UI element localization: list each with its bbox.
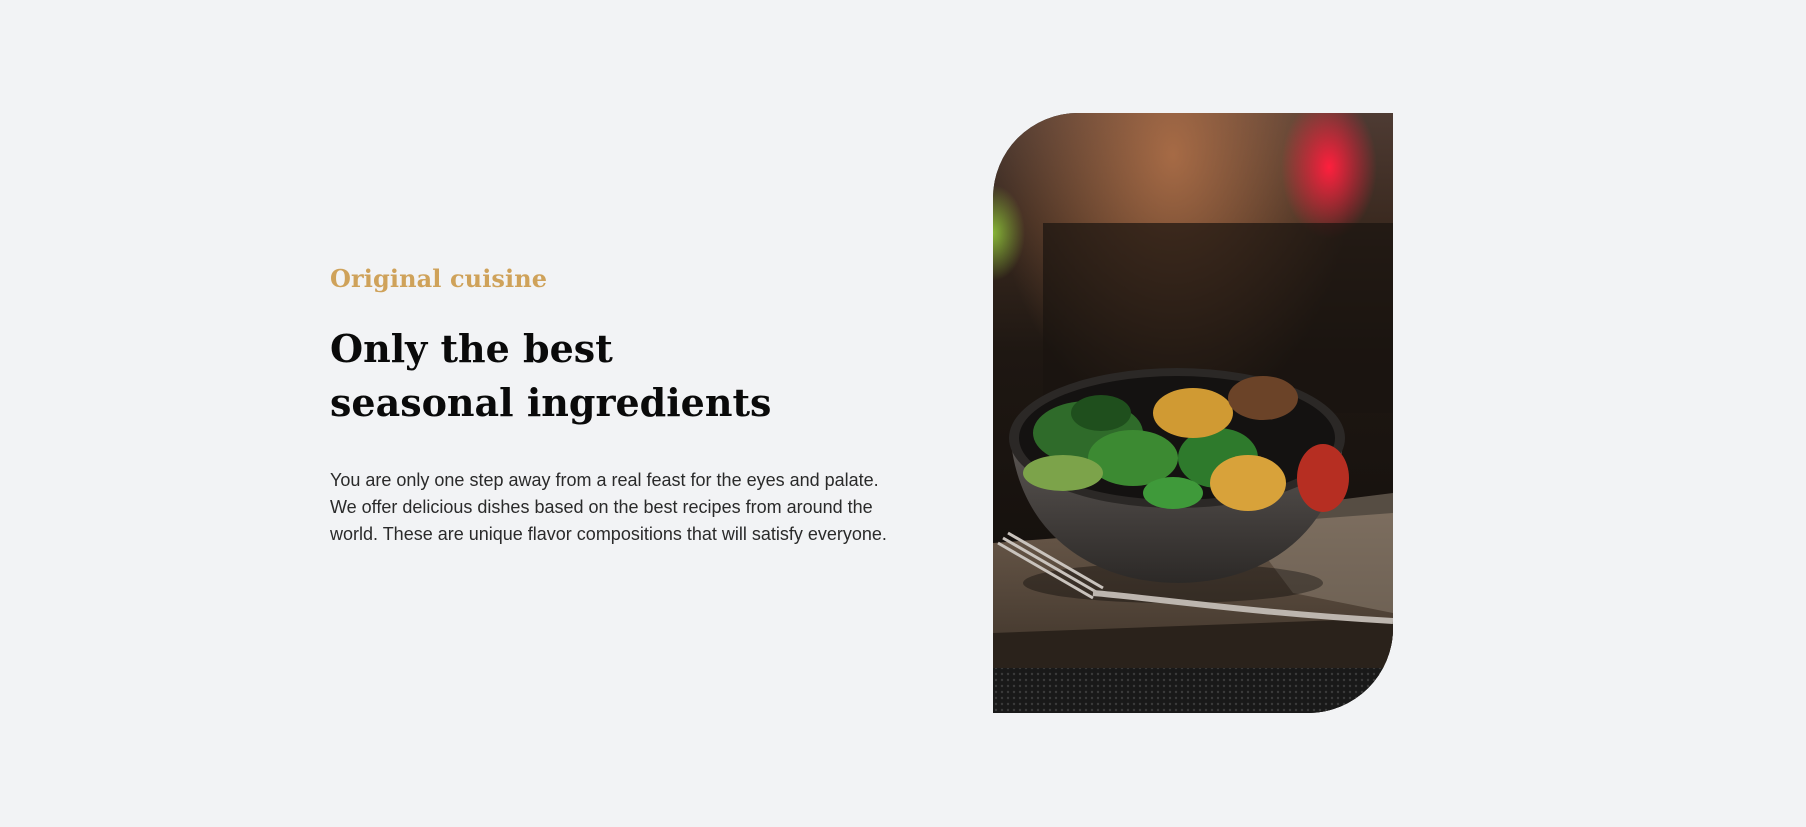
- salad-bowl-photo: [993, 113, 1393, 713]
- section-heading: Only the best seasonal ingredients: [330, 326, 772, 425]
- section-description: You are only one step away from a real f…: [330, 470, 887, 544]
- section-eyebrow: Original cuisine: [330, 264, 548, 293]
- feature-text-column: Original cuisine Only the best seasonal …: [330, 258, 890, 548]
- feature-section: Original cuisine Only the best seasonal …: [0, 0, 1806, 827]
- salad-bowl-illustration: [993, 113, 1393, 713]
